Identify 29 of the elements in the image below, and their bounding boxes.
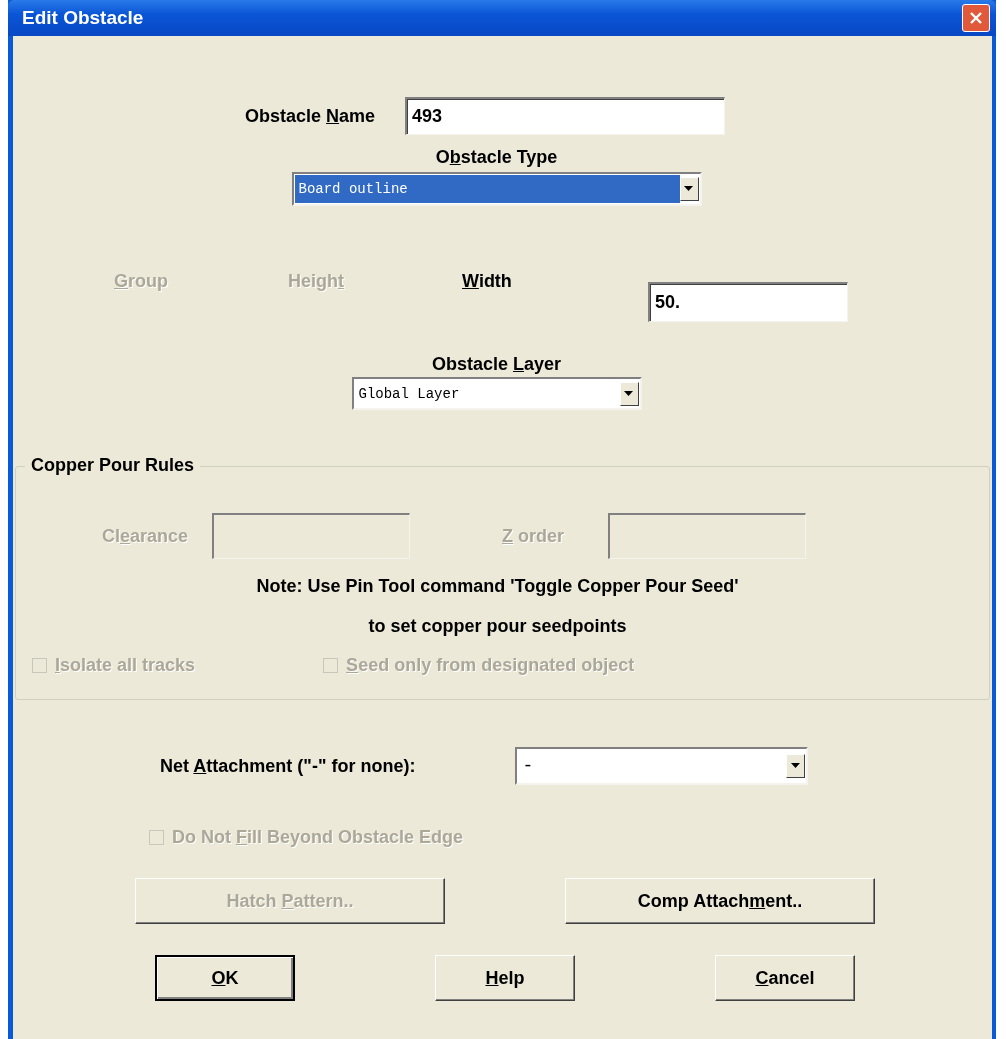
checkbox-label: Do Not Fill Beyond Obstacle Edge [172, 827, 464, 848]
field-label: Height [288, 271, 345, 292]
field-label: Obstacle Layer [431, 354, 562, 375]
field-label: Width [462, 271, 512, 292]
button[interactable]: Help [435, 955, 575, 1001]
input-field[interactable] [608, 513, 807, 559]
button[interactable]: Comp Attachment.. [565, 878, 875, 924]
field-label: Z order [502, 525, 565, 547]
dropdown[interactable]: Global Layer [351, 377, 642, 410]
field-label: Obstacle Name [245, 105, 376, 127]
note-text: Note: Use Pin Tool command 'Toggle Copper Pour Seed' [255, 575, 740, 597]
button[interactable]: OK [155, 955, 295, 1001]
field-label: Net Attachment ("-" for none): [160, 755, 416, 777]
close-icon [969, 11, 983, 25]
button[interactable]: Cancel [715, 955, 855, 1001]
close-button[interactable] [962, 4, 990, 32]
dropdown[interactable]: - [515, 747, 809, 785]
field-label: Clearance [102, 525, 189, 547]
input-field[interactable]: 50. [647, 282, 848, 322]
field-label: Obstacle Type [435, 147, 558, 168]
window-title: Edit Obstacle [22, 7, 144, 29]
checkbox-label: Isolate all tracks [55, 655, 196, 676]
checkbox-label: Seed only from designated object [346, 655, 635, 676]
input-field[interactable]: 493 [405, 97, 726, 135]
field-label: Group [114, 271, 168, 292]
input-field[interactable] [212, 513, 411, 559]
group-title: Copper Pour Rules [25, 455, 201, 476]
dropdown[interactable]: Board outline [291, 172, 702, 206]
note-text: to set copper pour seedpoints [367, 615, 628, 637]
